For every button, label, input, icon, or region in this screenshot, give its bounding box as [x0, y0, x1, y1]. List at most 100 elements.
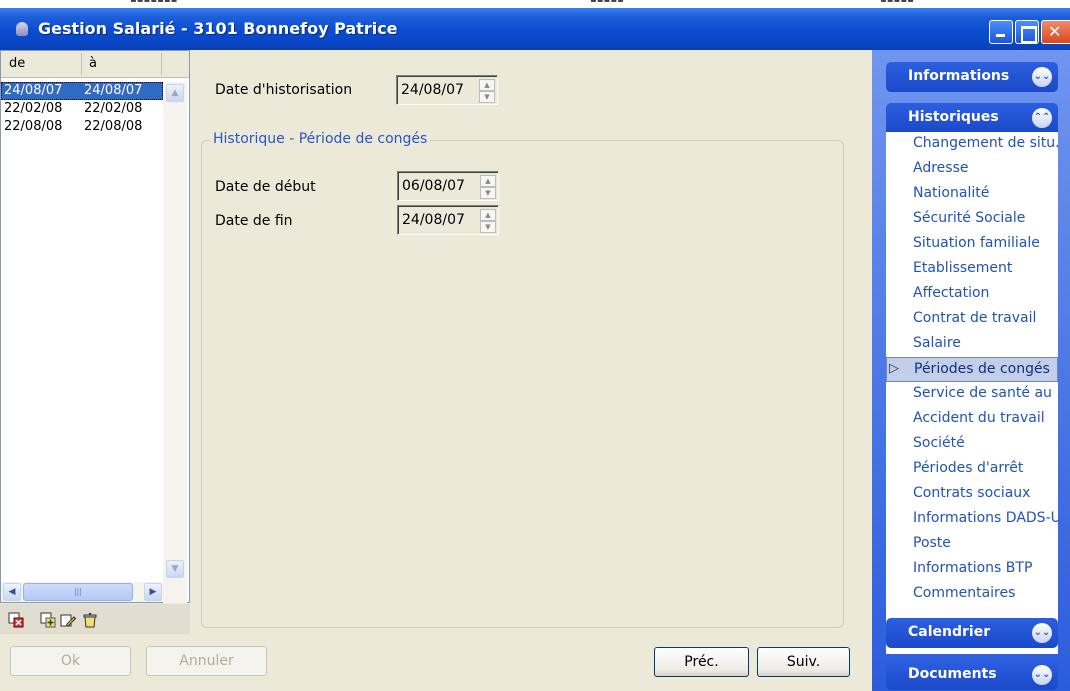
nav-item-label: Contrats sociaux: [913, 485, 1031, 501]
nav-item[interactable]: Service de santé au ...: [886, 382, 1058, 407]
spin-down-icon[interactable]: ▼: [479, 91, 495, 103]
start-date-spinner[interactable]: 06/08/07 ▲ ▼: [397, 171, 499, 201]
row-to-date: 24/08/07: [84, 83, 143, 98]
scroll-thumb[interactable]: |||: [23, 583, 133, 601]
nav-item-label: Changement de situ...: [913, 135, 1058, 151]
column-header-to[interactable]: à: [89, 56, 97, 71]
calendrier-header[interactable]: Calendrier ⌄⌄: [886, 618, 1058, 648]
spin-up-icon[interactable]: ▲: [479, 79, 495, 91]
nav-item[interactable]: Informations BTP: [886, 557, 1058, 582]
historiques-header[interactable]: Historiques ⌃⌃: [886, 103, 1058, 133]
scroll-left-button[interactable]: ◀: [3, 583, 21, 601]
history-date-value[interactable]: 24/08/07: [401, 82, 464, 98]
spin-up-icon[interactable]: ▲: [480, 209, 496, 221]
nav-item[interactable]: Contrat de travail: [886, 307, 1058, 332]
end-date-spinner[interactable]: 24/08/07 ▲ ▼: [397, 205, 499, 235]
nav-item[interactable]: Poste: [886, 532, 1058, 557]
nav-item[interactable]: Société: [886, 432, 1058, 457]
nav-item[interactable]: Situation familiale: [886, 232, 1058, 257]
spin-up-icon[interactable]: ▲: [480, 175, 496, 187]
nav-item-label: Adresse: [913, 160, 969, 176]
historiques-label: Historiques: [908, 109, 999, 125]
expand-icon[interactable]: ⌄⌄: [1032, 623, 1052, 643]
history-date-spinner[interactable]: 24/08/07 ▲ ▼: [396, 75, 498, 105]
nav-item-label: Service de santé au ...: [913, 385, 1058, 401]
nav-item-label: Affectation: [913, 285, 990, 301]
vertical-scrollbar[interactable]: ▲ ▼: [163, 82, 187, 603]
start-date-label: Date de début: [215, 179, 316, 195]
nav-item-label: Périodes d'arrêt: [913, 460, 1024, 476]
row-to-date: 22/08/08: [84, 119, 143, 134]
history-list[interactable]: de à 24/08/07 24/08/07 22/02/08 22/02/08 22/…: [0, 50, 190, 603]
background-window-strip: ▪▪▪▪▪▪▪▪▪▪▪▪▪▪▪▪▪: [0, 0, 1070, 8]
ok-button[interactable]: Ok: [10, 646, 131, 676]
nav-item[interactable]: ▷ Périodes de congés: [886, 357, 1058, 382]
list-row[interactable]: 22/02/08 22/02/08: [1, 100, 163, 118]
documents-header[interactable]: Documents ⌄⌄: [886, 660, 1058, 690]
expand-icon[interactable]: ⌄⌄: [1032, 665, 1052, 685]
form-area: Date d'historisation 24/08/07 ▲ ▼ Histori…: [200, 62, 868, 635]
list-row[interactable]: 24/08/07 24/08/07: [1, 82, 163, 100]
nav-item[interactable]: Affectation: [886, 282, 1058, 307]
nav-item-label: Informations BTP: [913, 560, 1033, 576]
row-to-date: 22/02/08: [84, 101, 143, 116]
nav-item-label: Périodes de congés: [914, 361, 1050, 377]
list-header: de à: [1, 51, 189, 78]
nav-item[interactable]: Contrats sociaux: [886, 482, 1058, 507]
informations-label: Informations: [908, 68, 1010, 84]
nav-item[interactable]: Adresse: [886, 157, 1058, 182]
minimize-button[interactable]: [989, 20, 1013, 44]
list-row[interactable]: 22/08/08 22/08/08: [1, 118, 163, 136]
nav-item-label: Commentaires: [913, 585, 1016, 601]
scroll-right-button[interactable]: ▶: [144, 583, 162, 601]
nav-item-label: Salaire: [913, 335, 961, 351]
window-title: Gestion Salarié - 3101 Bonnefoy Patrice: [38, 19, 398, 38]
end-date-value[interactable]: 24/08/07: [402, 212, 465, 228]
documents-label: Documents: [908, 666, 997, 682]
row-from-date: 22/02/08: [4, 101, 63, 116]
next-button[interactable]: Suiv.: [757, 647, 850, 677]
nav-item[interactable]: Changement de situ...: [886, 132, 1058, 157]
nav-item[interactable]: Sécurité Sociale: [886, 207, 1058, 232]
spin-down-icon[interactable]: ▼: [480, 187, 496, 199]
leave-period-group: Historique - Période de congés Date de d…: [201, 131, 844, 628]
nav-item-label: Etablissement: [913, 260, 1013, 276]
nav-item-label: Situation familiale: [913, 235, 1040, 251]
row-from-date: 24/08/07: [4, 83, 63, 98]
nav-item-label: Société: [913, 435, 965, 451]
close-button[interactable]: [1041, 20, 1070, 44]
maximize-button[interactable]: [1015, 20, 1039, 44]
informations-header[interactable]: Informations ⌄⌄: [886, 62, 1058, 92]
nav-item[interactable]: Périodes d'arrêt: [886, 457, 1058, 482]
list-toolbar: [0, 604, 190, 634]
title-bar[interactable]: Gestion Salarié - 3101 Bonnefoy Patrice: [0, 8, 1070, 50]
nav-item[interactable]: Commentaires: [886, 582, 1058, 607]
nav-item[interactable]: Salaire: [886, 332, 1058, 357]
delete-record-icon[interactable]: [8, 612, 24, 628]
app-icon: [16, 22, 28, 36]
nav-item-label: Contrat de travail: [913, 310, 1037, 326]
expand-icon[interactable]: ⌄⌄: [1032, 67, 1052, 87]
column-header-from[interactable]: de: [9, 56, 25, 71]
collapse-icon[interactable]: ⌃⌃: [1032, 108, 1052, 128]
nav-item-label: Poste: [913, 535, 951, 551]
nav-item[interactable]: Informations DADS-U: [886, 507, 1058, 532]
cancel-button[interactable]: Annuler: [146, 646, 267, 676]
spin-down-icon[interactable]: ▼: [480, 221, 496, 233]
start-date-value[interactable]: 06/08/07: [402, 178, 465, 194]
nav-item[interactable]: Accident du travail: [886, 407, 1058, 432]
previous-button[interactable]: Préc.: [654, 647, 749, 677]
edit-record-icon[interactable]: [60, 612, 76, 628]
trash-icon[interactable]: [82, 612, 98, 628]
navigation-panel: Informations ⌄⌄ Historiques ⌃⌃ Changemen…: [872, 50, 1070, 691]
nav-item[interactable]: Nationalité: [886, 182, 1058, 207]
scroll-down-button[interactable]: ▼: [166, 560, 184, 578]
add-record-icon[interactable]: [40, 612, 56, 628]
scroll-up-button[interactable]: ▲: [166, 84, 184, 102]
end-date-label: Date de fin: [215, 213, 293, 229]
horizontal-scrollbar[interactable]: ◀ ||| ▶: [1, 582, 165, 602]
nav-item[interactable]: Etablissement: [886, 257, 1058, 282]
nav-item-label: Sécurité Sociale: [913, 210, 1026, 226]
historiques-list: Changement de situ... Adresse Nationalité S…: [886, 132, 1058, 654]
pointer-arrow-icon: ▷: [889, 361, 899, 376]
